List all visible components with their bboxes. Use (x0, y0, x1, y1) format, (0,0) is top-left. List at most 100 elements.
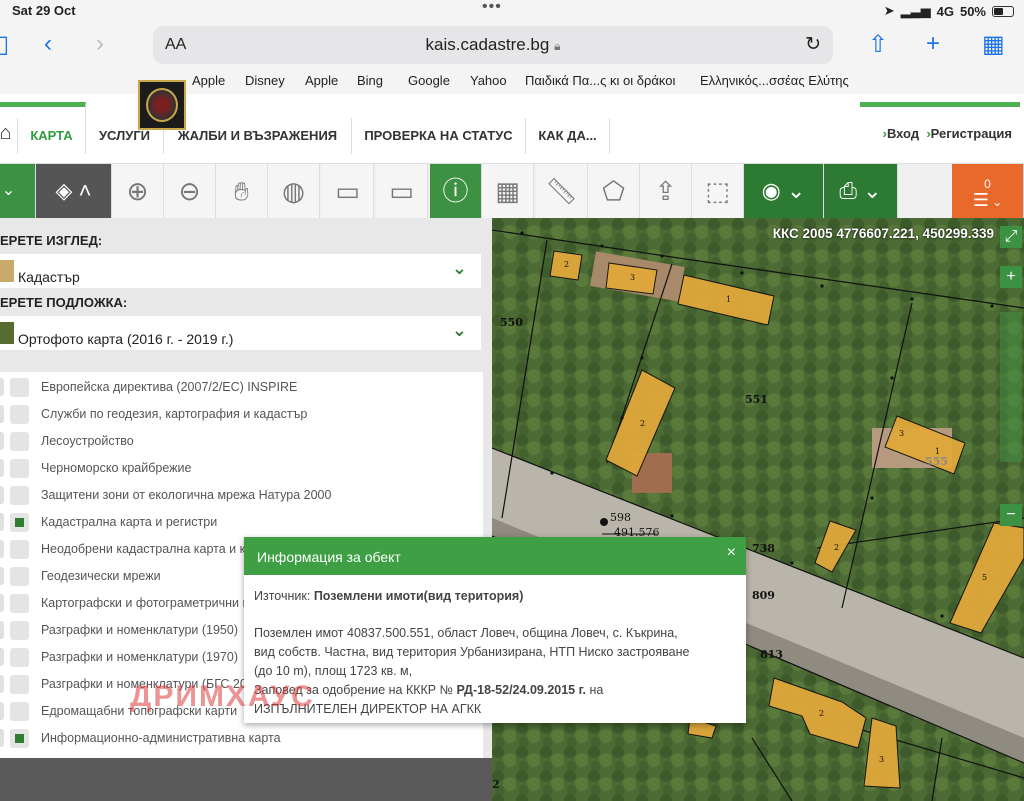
parcel-number: 2 (819, 709, 824, 718)
auth-links: ›Вход ›Регистрация (883, 126, 1012, 141)
layer-checkbox[interactable] (10, 405, 29, 424)
layer-checkbox[interactable] (10, 594, 29, 613)
sidebar-icon[interactable]: ▯ (0, 30, 9, 59)
layer-checkbox[interactable] (10, 729, 29, 748)
parcel-description: Поземлен имот 40837.500.551, област Лове… (254, 626, 678, 640)
forward-icon[interactable]: › (96, 30, 104, 58)
info-icon[interactable]: ⓘ (430, 164, 482, 218)
network-label: 4G (936, 3, 954, 19)
bookmark-item[interactable]: Yahoo (470, 73, 507, 88)
layer-checkbox[interactable] (10, 567, 29, 586)
source-value: Поземлени имоти(вид територия) (313, 589, 524, 603)
layer-checkbox[interactable] (10, 648, 29, 667)
agency-seal-logo[interactable] (138, 80, 186, 130)
bookmark-item[interactable]: Παιδικά Πα...ς κι οι δράκοι (525, 73, 675, 88)
tab-complaints[interactable]: ЖАЛБИ И ВЪЗРАЖЕНИЯ (164, 118, 352, 154)
bookmark-item[interactable]: Bing (357, 73, 383, 88)
map-zoom-out-icon[interactable]: − (1000, 504, 1022, 526)
zoom-slider[interactable] (1000, 312, 1022, 462)
back-icon[interactable]: ‹ (44, 30, 52, 58)
parcel-number: 2 (492, 778, 500, 791)
multitask-dots-icon[interactable]: ••• (482, 0, 502, 16)
register-link[interactable]: Регистрация (931, 126, 1012, 141)
bookmark-item[interactable]: Apple (305, 73, 338, 88)
parcel-number: 2 (564, 260, 569, 269)
print-icon[interactable]: ⎙ ⌄ (824, 164, 898, 218)
chevron-down-icon: ⌄ (992, 195, 1003, 209)
zoom-box-out-icon[interactable]: ▭ (376, 164, 428, 218)
tab-status-check[interactable]: ПРОВЕРКА НА СТАТУС (352, 118, 526, 154)
zoom-in-icon[interactable]: ⊕ (112, 164, 164, 218)
bookmark-item[interactable]: Disney (245, 73, 285, 88)
map-label: 555 (925, 455, 948, 468)
layers-icon[interactable]: ◈ ˄ (36, 164, 112, 218)
upload-icon[interactable]: ⇪ (640, 164, 692, 218)
order-number: РД-18-52/24.09.2015 г. (456, 683, 587, 697)
map-label: 551 (745, 393, 768, 406)
pan-hand-icon[interactable]: ✋︎ (216, 164, 268, 218)
layer-item[interactable]: Черноморско крайбрежие (0, 455, 483, 482)
panel-toggle-chevron-icon[interactable]: ⌄ (0, 164, 36, 218)
map-label: 813 (760, 648, 783, 661)
location-icon: ➤ (883, 3, 895, 18)
layer-checkbox[interactable] (10, 675, 29, 694)
close-icon[interactable]: × (727, 544, 736, 562)
lock-icon: 🔒︎ (554, 39, 561, 53)
tab-how-to[interactable]: КАК ДА... (526, 118, 610, 154)
layer-checkbox[interactable] (10, 702, 29, 721)
full-extent-globe-icon[interactable]: ◍ (268, 164, 320, 218)
new-tab-icon[interactable]: + (926, 30, 940, 58)
chevron-down-icon: ⌄ (451, 258, 467, 278)
popup-body: Източник: Поземлени имоти(вид територия)… (254, 587, 738, 719)
tabs-overview-icon[interactable]: ▦ (982, 30, 1005, 59)
layer-checkbox[interactable] (10, 540, 29, 559)
layer-checkbox[interactable] (10, 621, 29, 640)
map-label: 738 (752, 542, 775, 555)
status-bar: Sat 29 Oct ••• ➤ ▂▃▅ 4G 50% (0, 0, 1024, 22)
polygon-measure-icon[interactable]: ⬠ (588, 164, 640, 218)
zoom-box-in-icon[interactable]: ▭ (322, 164, 374, 218)
view-label: ЕРЕТЕ ИЗГЛЕД: (0, 233, 103, 248)
layer-item[interactable]: Служби по геодезия, картография и кадаст… (0, 401, 483, 428)
signal-icon: ▂▃▅ (900, 3, 931, 18)
base-select[interactable]: Ортофото карта (2016 г. - 2019 г.) ⌄ (0, 316, 481, 350)
battery-icon (992, 5, 1014, 17)
base-select-value: Ортофото карта (2016 г. - 2019 г.) (18, 331, 234, 347)
layer-item[interactable]: Информационно-административна карта (0, 725, 483, 752)
basket-button[interactable]: 0 ☰ ⌄ (952, 164, 1024, 218)
parcel-description: вид собств. Частна, вид територия Урбани… (254, 645, 690, 659)
bookmark-item[interactable]: Apple (192, 73, 225, 88)
layer-item[interactable]: Защитени зони от екологична мрежа Натура… (0, 482, 483, 509)
login-link[interactable]: Вход (887, 126, 919, 141)
parcel-description: (до 10 m), площ 1723 кв. м, (254, 664, 413, 678)
zoom-out-icon[interactable]: ⊖ (164, 164, 216, 218)
cadastre-view-icon (0, 260, 14, 282)
layer-checkbox[interactable] (10, 432, 29, 451)
layer-item[interactable]: Европейска директива (2007/2/EC) INSPIRE (0, 374, 483, 401)
share-icon[interactable]: ⇧ (868, 30, 888, 59)
tab-map[interactable]: КАРТА (18, 102, 86, 154)
layer-checkbox[interactable] (10, 459, 29, 478)
measure-grid-icon[interactable]: ▦ (482, 164, 534, 218)
address-bar[interactable]: AA kais.cadastre.bg 🔒︎ ↻ (153, 26, 833, 64)
layer-select-icon[interactable]: ◉ ⌄ (744, 164, 824, 218)
reload-icon[interactable]: ↻ (805, 33, 821, 56)
parcel-number: 5 (982, 573, 987, 582)
fullscreen-icon[interactable]: ⤢ (1000, 226, 1022, 248)
browser-toolbar: ▯ ‹ › AA kais.cadastre.bg 🔒︎ ↻ ⇧ + ▦ (0, 22, 1024, 68)
layer-checkbox[interactable] (10, 486, 29, 505)
map-zoom-in-icon[interactable]: + (1000, 266, 1022, 288)
ruler-icon[interactable]: 📏︎ (536, 164, 588, 218)
parcel-number: 1 (935, 447, 940, 456)
bookmark-item[interactable]: Ελληνικός...σσέας Ελύτης (700, 73, 849, 88)
select-box-icon[interactable]: ⬚ (692, 164, 744, 218)
home-icon[interactable]: ⌂ (0, 118, 18, 154)
layer-checkbox[interactable] (10, 513, 29, 532)
bookmark-item[interactable]: Google (408, 73, 450, 88)
layer-item[interactable]: Кадастрална карта и регистри (0, 509, 483, 536)
layer-item[interactable]: Лесоустройство (0, 428, 483, 455)
view-select[interactable]: Кадастър ⌄ (0, 254, 481, 288)
map-toolbar: ⌄ ◈ ˄ ⊕ ⊖ ✋︎ ◍ ▭ ▭ ⓘ ▦ 📏︎ ⬠ ⇪ ⬚ ◉ ⌄ ⎙ ⌄ … (0, 164, 1024, 218)
layer-checkbox[interactable] (10, 378, 29, 397)
status-time: Sat 29 Oct (12, 3, 76, 18)
